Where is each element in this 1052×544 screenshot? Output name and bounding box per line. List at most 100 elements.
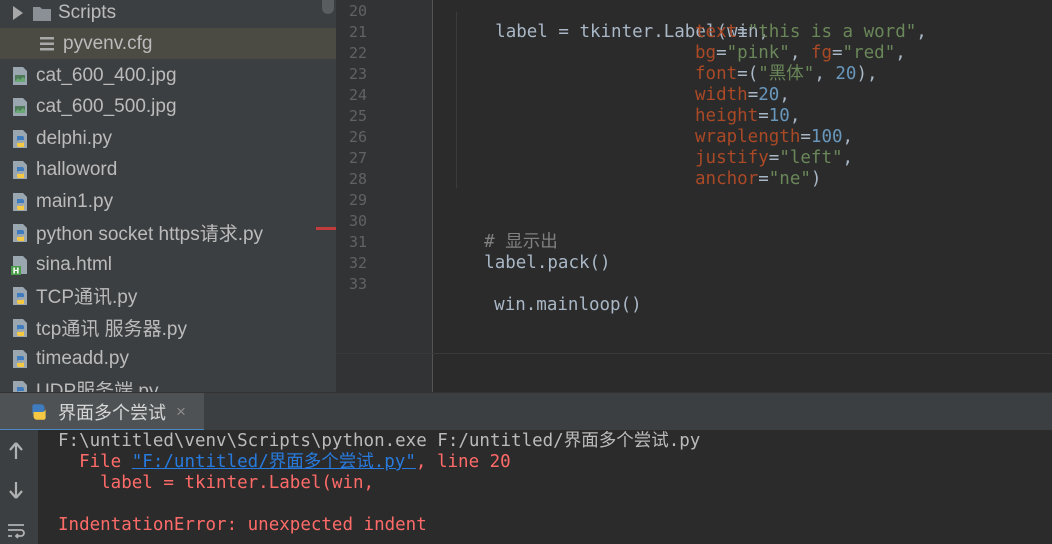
code-line-27: justify="left", (695, 148, 853, 169)
close-icon[interactable]: × (176, 402, 186, 422)
python-file-icon (13, 129, 27, 148)
code-line-24: width=20, (695, 85, 790, 106)
code-string: "this is a word" (747, 22, 917, 42)
python-file-icon (13, 349, 27, 368)
line-number: 25 (348, 107, 367, 125)
console-source-line: label = tkinter.Label(win, (58, 473, 375, 493)
tree-item-label: cat_600_400.jpg (36, 64, 177, 86)
tree-item-label: UDP服务端.py (36, 381, 159, 392)
code-param: width (695, 85, 748, 105)
project-tree: Scripts pyvenv.cfg cat_600_400.jpg cat_6… (0, 0, 336, 392)
svg-text:H: H (13, 266, 20, 275)
code-param: wraplength (695, 127, 801, 147)
change-marker (316, 227, 336, 230)
code-param: text (695, 22, 738, 42)
tree-item-pyvenv-cfg[interactable]: pyvenv.cfg (0, 28, 336, 59)
code-line-31: label.pack() (442, 232, 610, 273)
tree-item-main1-py[interactable]: main1.py (0, 186, 336, 217)
traceback-file-link[interactable]: "F:/untitled/界面多个尝试.py" (132, 452, 416, 472)
tree-item-sina-html[interactable]: H sina.html (0, 249, 336, 280)
tree-item-label: sina.html (36, 253, 113, 275)
line-number: 23 (348, 65, 367, 83)
code-editor[interactable]: 20 21 22 23 24 25 26 27 28 29 30 31 32 3… (336, 0, 1052, 353)
tree-scrollbar[interactable] (322, 0, 334, 14)
tree-item-tcp-server-py[interactable]: tcp通讯 服务器.py (0, 312, 336, 343)
run-toolbar (0, 430, 38, 544)
html-file-icon: H (11, 255, 27, 275)
code-line-25: height=10, (695, 106, 800, 127)
tree-item-halloword[interactable]: halloword (0, 154, 336, 185)
line-gutter (336, 353, 432, 392)
python-file-icon (13, 318, 27, 337)
code-line-23: font=("黑体", 20), (695, 64, 878, 85)
code-op: = (758, 106, 769, 126)
run-tab[interactable]: 界面多个尝试 × (0, 393, 204, 431)
arrow-up-icon (9, 442, 23, 459)
tree-item-python-socket-https[interactable]: python socket https请求.py (0, 217, 336, 248)
run-console[interactable]: F:\untitled\venv\Scripts\python.exe F:/u… (38, 430, 1052, 544)
code-line-21: text="this is a word", (695, 22, 927, 43)
tree-item-label: Scripts (58, 1, 117, 23)
code-op: , (789, 43, 811, 63)
gutter-separator (432, 353, 433, 392)
code-param: anchor (695, 169, 759, 189)
line-number: 33 (348, 275, 367, 293)
line-number: 28 (348, 170, 367, 188)
code-param: font (695, 64, 738, 84)
code-op: = (832, 43, 843, 63)
tree-item-delphi-py[interactable]: delphi.py (0, 123, 336, 154)
code-line-22: bg="pink", fg="red", (695, 43, 906, 64)
traceback-suffix: , line 20 (415, 452, 511, 472)
tree-item-udp-server-py[interactable]: UDP服务端.py (0, 374, 336, 392)
code-op: ), (856, 64, 878, 84)
traceback-prefix: File (58, 452, 132, 472)
tree-item-scripts-folder[interactable]: Scripts (0, 0, 336, 28)
tree-item-label: python socket https请求.py (36, 224, 264, 245)
python-file-icon (13, 192, 27, 211)
code-number: 10 (768, 106, 790, 126)
tree-item-label: delphi.py (36, 127, 113, 149)
code-line-20: label = tkinter.Label(win, (453, 1, 769, 42)
down-stack-button[interactable] (4, 477, 28, 503)
code-op: = (758, 169, 769, 189)
code-line-28: anchor="ne") (695, 169, 821, 190)
code-string: "pink" (726, 43, 790, 63)
tree-item-label: timeadd.py (36, 347, 129, 369)
tree-item-tcp-py[interactable]: TCP通讯.py (0, 280, 336, 311)
run-tab-title: 界面多个尝试 (58, 403, 166, 423)
tree-item-label: tcp通讯 服务器.py (36, 319, 187, 340)
code-string: "黑体" (758, 64, 815, 84)
config-file-icon (40, 36, 54, 50)
code-op: , (779, 85, 790, 105)
code-op: = (737, 22, 748, 42)
code-line-30: # 显示出 (442, 211, 558, 252)
editor-divider (336, 353, 1052, 354)
code-op: , (842, 148, 854, 168)
code-op: = (716, 43, 727, 63)
tree-item-timeadd-py[interactable]: timeadd.py (0, 343, 336, 374)
arrow-down-icon (9, 482, 23, 499)
code-string: "ne" (768, 169, 811, 189)
tree-item-cat-600-400[interactable]: cat_600_400.jpg (0, 60, 336, 91)
tree-item-label: TCP通讯.py (36, 287, 138, 308)
editor-empty-area (336, 353, 1052, 392)
code-op: , (842, 127, 854, 147)
chevron-right-icon[interactable] (12, 5, 24, 20)
line-number: 22 (348, 44, 367, 62)
soft-wrap-button[interactable] (4, 518, 28, 544)
image-file-icon (13, 97, 27, 116)
up-stack-button[interactable] (4, 438, 28, 464)
tree-item-cat-600-500[interactable]: cat_600_500.jpg (0, 91, 336, 122)
code-param: justify (695, 148, 769, 168)
code-number: 20 (835, 64, 857, 84)
code-text: win.mainloop() (494, 295, 642, 315)
python-file-icon (13, 160, 27, 179)
python-file-icon (13, 286, 27, 305)
tree-item-label: cat_600_500.jpg (36, 95, 177, 117)
code-op: ) (810, 169, 822, 189)
image-file-icon (13, 66, 27, 85)
soft-wrap-icon (8, 524, 25, 539)
console-command-line: F:\untitled\venv\Scripts\python.exe F:/u… (58, 431, 701, 451)
line-number: 32 (348, 254, 367, 272)
code-param: height (695, 106, 759, 126)
